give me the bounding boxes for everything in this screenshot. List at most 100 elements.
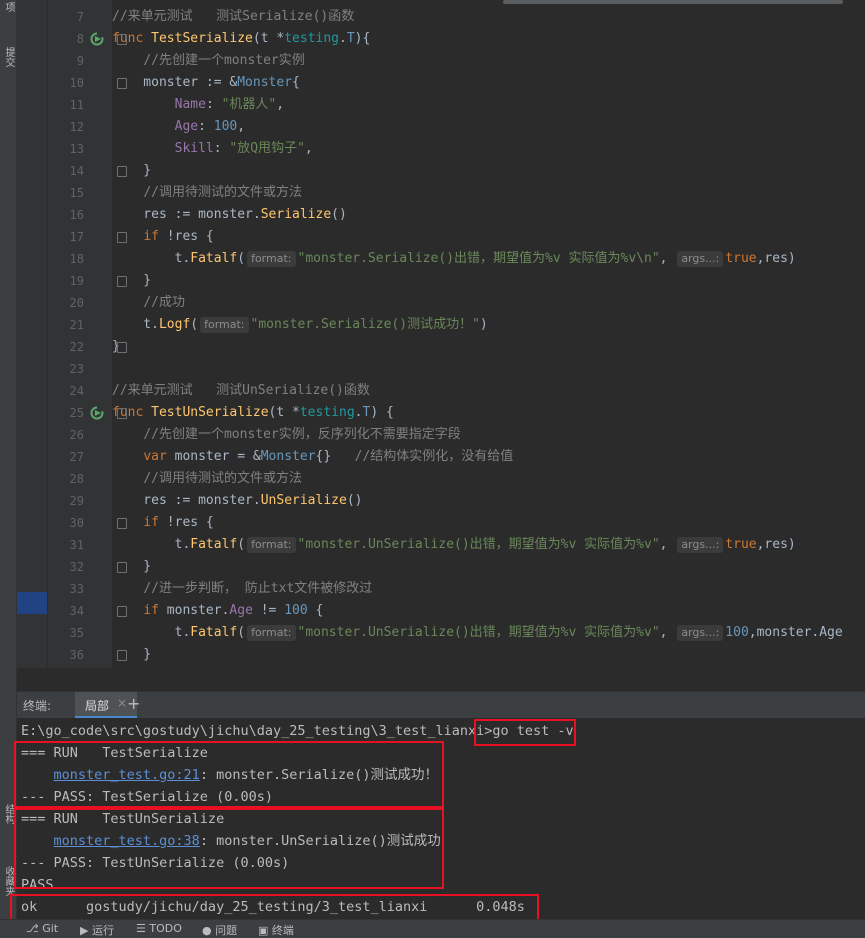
- fold-icon[interactable]: [117, 34, 127, 45]
- code-token: TestSerialize: [151, 31, 253, 46]
- fold-icon[interactable]: [117, 232, 127, 243]
- code-token: ,: [304, 141, 313, 156]
- code-line: 19 }: [17, 270, 865, 292]
- code-text: Skill: "放Q甩钩子",: [112, 138, 313, 160]
- code-line: 28 //调用待测试的文件或方法: [17, 468, 865, 490]
- git-icon: ⎇: [26, 922, 43, 935]
- parameter-hint: args...:: [677, 251, 724, 267]
- fold-icon[interactable]: [117, 78, 127, 89]
- git-tab[interactable]: ⎇ Git: [26, 922, 58, 935]
- line-number: 13: [69, 142, 84, 156]
- code-token: (t *: [268, 405, 300, 420]
- code-line: 27 var monster = &Monster{} //结构体实例化，没有给…: [17, 446, 865, 468]
- code-token: Fatalf: [190, 537, 238, 552]
- code-token: TestUnSerialize: [151, 405, 269, 420]
- code-text: func TestUnSerialize(t *testing.T) {: [112, 402, 394, 424]
- line-number: 33: [69, 582, 84, 596]
- code-text: func TestSerialize(t *testing.T){: [112, 28, 370, 50]
- problems-tab[interactable]: ● 问题: [202, 922, 237, 938]
- code-token: Fatalf: [190, 625, 238, 640]
- line-number: 9: [76, 54, 84, 68]
- code-line: 34 if monster.Age != 100 {: [17, 600, 865, 622]
- fold-icon[interactable]: [117, 276, 127, 287]
- code-line: 10 monster := &Monster{: [17, 72, 865, 94]
- code-line: 15 //调用待测试的文件或方法: [17, 182, 865, 204]
- code-token: "monster.UnSerialize()出错，期望值为%v 实际值为%v": [297, 625, 660, 640]
- code-text: res := monster.Serialize(): [112, 204, 347, 226]
- terminal-tab[interactable]: ▣ 终端: [258, 922, 294, 938]
- fold-icon[interactable]: [117, 166, 127, 177]
- code-token: ,: [659, 537, 676, 552]
- code-token: :: [198, 119, 214, 134]
- parameter-hint: args...:: [677, 537, 724, 553]
- code-text: Age: 100,: [112, 116, 245, 138]
- line-number: 31: [69, 538, 84, 552]
- line-number: 10: [69, 76, 84, 90]
- code-token: //结构体实例化，没有给值: [354, 449, 514, 464]
- fold-icon[interactable]: [117, 650, 127, 661]
- fold-icon[interactable]: [117, 562, 127, 573]
- line-number: 29: [69, 494, 84, 508]
- code-token: ,: [659, 625, 676, 640]
- prompt-path: E:\go_code\src\gostudy\jichu\day_25_test…: [21, 723, 493, 739]
- line-number: 8: [76, 32, 84, 46]
- run-test-icon[interactable]: [90, 32, 104, 46]
- code-token: //来单元测试 测试Serialize()函数: [112, 9, 355, 24]
- line-number: 7: [76, 10, 84, 24]
- code-token: "monster.Serialize()出错，期望值为%v 实际值为%v\n": [297, 251, 660, 266]
- code-token: //来单元测试 测试UnSerialize()函数: [112, 383, 370, 398]
- code-text: //进一步判断， 防止txt文件被修改过: [112, 578, 372, 600]
- code-line: 33 //进一步判断， 防止txt文件被修改过: [17, 578, 865, 600]
- code-line: 21 t.Logf(format: "monster.Serialize()测试成…: [17, 314, 865, 336]
- code-token: monster.: [166, 603, 230, 618]
- line-number: 34: [69, 604, 84, 618]
- code-token: Monster: [237, 75, 293, 90]
- parameter-hint: args...:: [677, 625, 724, 641]
- fold-icon[interactable]: [117, 408, 127, 419]
- code-editor[interactable]: 7 //来单元测试 测试Serialize()函数 8 func TestSerial…: [17, 0, 865, 668]
- code-line: 14 }: [17, 160, 865, 182]
- code-line: 23: [17, 358, 865, 380]
- add-tab-icon[interactable]: +: [127, 694, 140, 713]
- code-token: !res {: [166, 515, 214, 530]
- code-text: //成功: [112, 292, 185, 314]
- commit-tab[interactable]: 提交: [0, 40, 16, 74]
- run-test-icon[interactable]: [90, 406, 104, 420]
- fold-icon[interactable]: [117, 518, 127, 529]
- line-number: 28: [69, 472, 84, 486]
- project-tab[interactable]: 项: [0, 0, 16, 14]
- code-token: 100: [213, 119, 238, 134]
- code-text: res := monster.UnSerialize(): [112, 490, 362, 512]
- parameter-hint: format:: [247, 251, 296, 267]
- line-number: 17: [69, 230, 84, 244]
- fold-icon[interactable]: [117, 606, 127, 617]
- code-token: (): [331, 207, 347, 222]
- code-text: var monster = &Monster{} //结构体实例化，没有给值: [112, 446, 513, 468]
- code-line: 36 }: [17, 644, 865, 666]
- code-token: ) {: [370, 405, 394, 420]
- code-token: //先创建一个monster实例: [143, 53, 305, 68]
- code-token: monster = &: [174, 449, 261, 464]
- run-tab[interactable]: ▶ 运行: [80, 922, 114, 938]
- fold-icon[interactable]: [117, 342, 127, 353]
- code-token: (): [346, 493, 363, 508]
- code-line: 13 Skill: "放Q甩钩子",: [17, 138, 865, 160]
- line-number: 27: [69, 450, 84, 464]
- unserialize-result-box: [14, 808, 444, 889]
- code-line: 30 if !res {: [17, 512, 865, 534]
- code-token: ): [479, 317, 488, 332]
- code-token: (: [237, 251, 246, 266]
- code-token: Logf: [158, 317, 191, 332]
- line-number: 20: [69, 296, 84, 310]
- todo-tab[interactable]: ☰ TODO: [136, 922, 182, 935]
- code-token: //调用待测试的文件或方法: [143, 471, 302, 486]
- code-token: //调用待测试的文件或方法: [143, 185, 302, 200]
- code-token: .: [339, 31, 347, 46]
- close-icon[interactable]: ×: [117, 696, 127, 710]
